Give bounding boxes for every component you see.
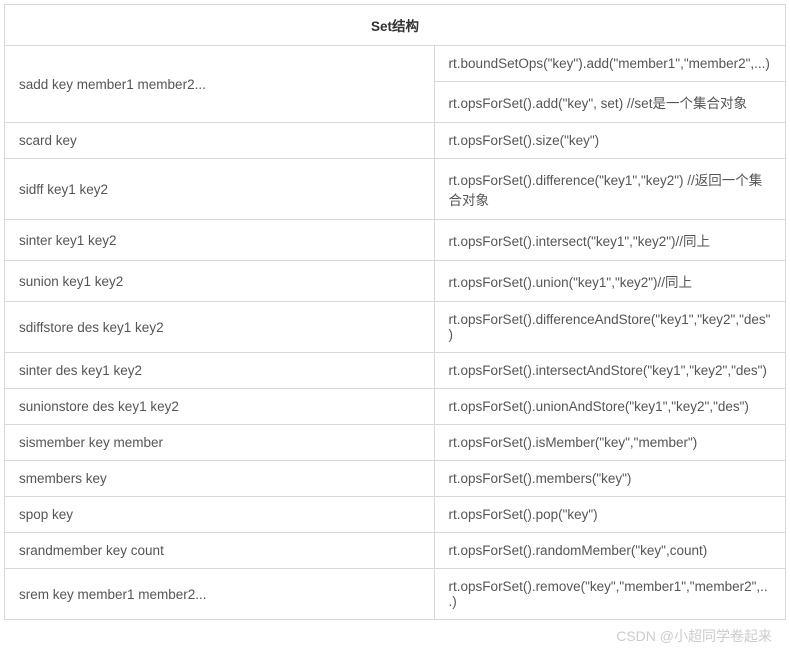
table-row: sdiffstore des key1 key2 rt.opsForSet().… bbox=[5, 302, 786, 353]
cell-code: rt.opsForSet().pop("key") bbox=[434, 497, 785, 533]
cell-code: rt.opsForSet().size("key") bbox=[434, 123, 785, 159]
cell-command: srandmember key count bbox=[5, 533, 435, 569]
cell-command: sinter key1 key2 bbox=[5, 220, 435, 261]
table-row: sismember key member rt.opsForSet().isMe… bbox=[5, 425, 786, 461]
table-row: smembers key rt.opsForSet().members("key… bbox=[5, 461, 786, 497]
watermark-text: CSDN @小超同学卷起来 bbox=[4, 620, 786, 646]
table-row: scard key rt.opsForSet().size("key") bbox=[5, 123, 786, 159]
cell-code: rt.opsForSet().intersectAndStore("key1",… bbox=[434, 353, 785, 389]
cell-command: sinter des key1 key2 bbox=[5, 353, 435, 389]
cell-code: rt.boundSetOps("key").add("member1","mem… bbox=[434, 46, 785, 82]
cell-code: rt.opsForSet().difference("key1","key2")… bbox=[434, 159, 785, 220]
table-row: spop key rt.opsForSet().pop("key") bbox=[5, 497, 786, 533]
cell-code: rt.opsForSet().add("key", set) //set是一个集… bbox=[434, 82, 785, 123]
cell-command: sunionstore des key1 key2 bbox=[5, 389, 435, 425]
table-row: sunion key1 key2 rt.opsForSet().union("k… bbox=[5, 261, 786, 302]
table-row: srem key member1 member2... rt.opsForSet… bbox=[5, 569, 786, 620]
table-row: sinter des key1 key2 rt.opsForSet().inte… bbox=[5, 353, 786, 389]
cell-command: scard key bbox=[5, 123, 435, 159]
cell-code: rt.opsForSet().isMember("key","member") bbox=[434, 425, 785, 461]
cell-command: sunion key1 key2 bbox=[5, 261, 435, 302]
table-header: Set结构 bbox=[5, 5, 786, 46]
cell-code: rt.opsForSet().differenceAndStore("key1"… bbox=[434, 302, 785, 353]
table-row: sadd key member1 member2... rt.boundSetO… bbox=[5, 46, 786, 82]
table-row: sidff key1 key2 rt.opsForSet().differenc… bbox=[5, 159, 786, 220]
cell-code: rt.opsForSet().unionAndStore("key1","key… bbox=[434, 389, 785, 425]
cell-command: sismember key member bbox=[5, 425, 435, 461]
cell-command: srem key member1 member2... bbox=[5, 569, 435, 620]
cell-command: smembers key bbox=[5, 461, 435, 497]
table-row: sinter key1 key2 rt.opsForSet().intersec… bbox=[5, 220, 786, 261]
cell-command: sadd key member1 member2... bbox=[5, 46, 435, 123]
cell-command: sidff key1 key2 bbox=[5, 159, 435, 220]
cell-code: rt.opsForSet().remove("key","member1","m… bbox=[434, 569, 785, 620]
cell-code: rt.opsForSet().randomMember("key",count) bbox=[434, 533, 785, 569]
cell-command: sdiffstore des key1 key2 bbox=[5, 302, 435, 353]
table-row: sunionstore des key1 key2 rt.opsForSet()… bbox=[5, 389, 786, 425]
cell-code: rt.opsForSet().intersect("key1","key2")/… bbox=[434, 220, 785, 261]
table-header-row: Set结构 bbox=[5, 5, 786, 46]
set-operations-table: Set结构 sadd key member1 member2... rt.bou… bbox=[4, 4, 786, 620]
cell-code: rt.opsForSet().members("key") bbox=[434, 461, 785, 497]
cell-code: rt.opsForSet().union("key1","key2")//同上 bbox=[434, 261, 785, 302]
table-row: srandmember key count rt.opsForSet().ran… bbox=[5, 533, 786, 569]
cell-command: spop key bbox=[5, 497, 435, 533]
